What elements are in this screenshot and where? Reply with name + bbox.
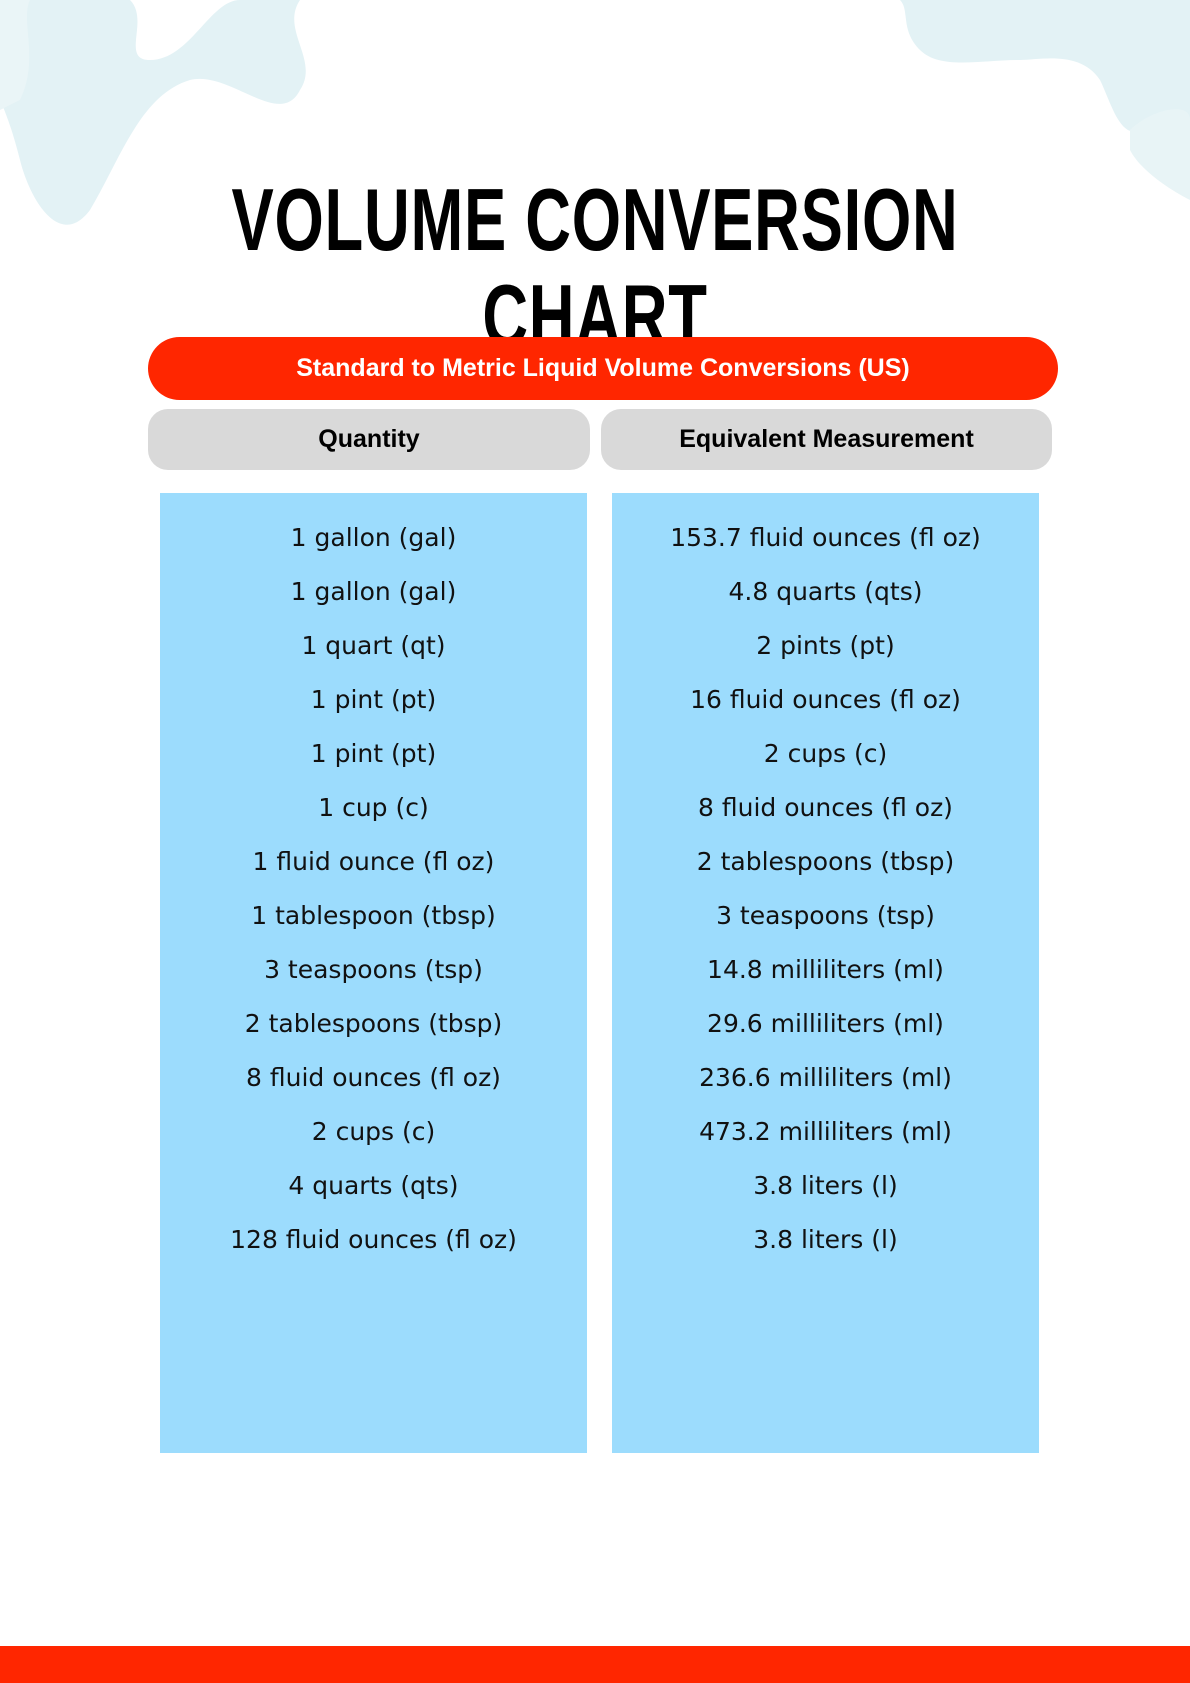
decor-blob-left-2 [0, 0, 30, 110]
quantity-cell: 4 quarts (qts) [288, 1171, 459, 1200]
equivalent-cell: 2 pints (pt) [756, 631, 895, 660]
subtitle-text: Standard to Metric Liquid Volume Convers… [296, 354, 910, 382]
quantity-cell: 1 fluid ounce (fl oz) [252, 847, 495, 876]
quantity-cell: 128 fluid ounces (fl oz) [230, 1225, 517, 1254]
equivalent-cell: 2 tablespoons (tbsp) [696, 847, 955, 876]
equivalent-column: 153.7 fluid ounces (fl oz) 4.8 quarts (q… [612, 493, 1039, 1453]
equivalent-cell: 8 fluid ounces (fl oz) [698, 793, 953, 822]
quantity-cell: 1 cup (c) [318, 793, 429, 822]
quantity-cell: 1 gallon (gal) [290, 523, 457, 552]
decor-blob-right-2 [1130, 109, 1190, 200]
equivalent-cell: 236.6 milliliters (ml) [699, 1063, 952, 1092]
equivalent-cell: 153.7 fluid ounces (fl oz) [670, 523, 981, 552]
equivalent-cell: 3.8 liters (l) [753, 1225, 898, 1254]
footer-bar [0, 1646, 1190, 1683]
equivalent-cell: 2 cups (c) [763, 739, 888, 768]
quantity-cell: 2 tablespoons (tbsp) [244, 1009, 503, 1038]
quantity-cell: 1 pint (pt) [310, 685, 437, 714]
equivalent-cell: 14.8 milliliters (ml) [707, 955, 944, 984]
quantity-cell: 3 teaspoons (tsp) [264, 955, 483, 984]
column-header-quantity: Quantity [148, 409, 590, 470]
column-header-quantity-label: Quantity [318, 425, 420, 453]
equivalent-cell: 3 teaspoons (tsp) [716, 901, 935, 930]
equivalent-cell: 29.6 milliliters (ml) [707, 1009, 944, 1038]
quantity-column: 1 gallon (gal) 1 gallon (gal) 1 quart (q… [160, 493, 587, 1453]
page-title: VOLUME CONVERSION CHART [231, 170, 959, 365]
equivalent-cell: 473.2 milliliters (ml) [699, 1117, 952, 1146]
equivalent-cell: 4.8 quarts (qts) [728, 577, 923, 606]
equivalent-cell: 3.8 liters (l) [753, 1171, 898, 1200]
equivalent-cell: 16 fluid ounces (fl oz) [690, 685, 961, 714]
quantity-cell: 1 pint (pt) [310, 739, 437, 768]
quantity-cell: 8 fluid ounces (fl oz) [246, 1063, 501, 1092]
subtitle-banner: Standard to Metric Liquid Volume Convers… [148, 337, 1058, 400]
quantity-cell: 1 tablespoon (tbsp) [251, 901, 496, 930]
quantity-cell: 1 quart (qt) [301, 631, 446, 660]
column-header-equivalent-label: Equivalent Measurement [679, 425, 974, 453]
column-header-equivalent: Equivalent Measurement [601, 409, 1052, 470]
quantity-cell: 2 cups (c) [311, 1117, 436, 1146]
decor-blob-right [900, 0, 1190, 170]
quantity-cell: 1 gallon (gal) [290, 577, 457, 606]
